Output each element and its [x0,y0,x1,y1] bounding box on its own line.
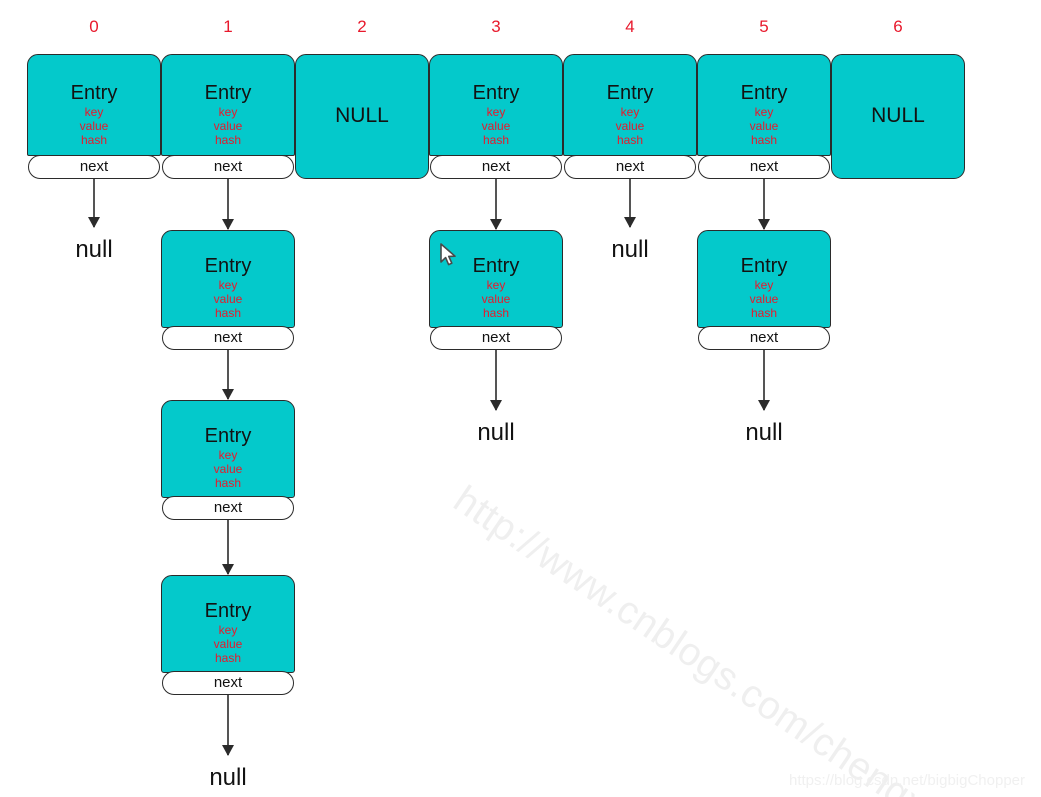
bucket-index-0: 0 [89,17,99,36]
link-arrow [490,350,502,411]
link-arrow [222,695,234,756]
bucket-index-1: 1 [223,17,233,36]
link-arrow [490,179,502,230]
bucket-cell-4[interactable]: Entry key value hash next [563,54,697,179]
bucket-index-3: 3 [491,17,501,36]
terminal-null-label-0: null [75,236,113,263]
bucket-body [429,54,563,156]
watermark-corner: https://blog.csdn.net/bigbigChopper [789,772,1025,789]
bucket-cell-1[interactable]: Entry key value hash next [161,54,295,179]
watermark-diagonal: http://www.cnblogs.com/chengxiao/ [445,478,989,797]
next-pointer-bar[interactable]: next [430,155,562,179]
bucket-cell-3[interactable]: Entry key value hash next [429,54,563,179]
bucket-cell-0[interactable]: Entry key value hash next [27,54,161,179]
next-pointer-bar[interactable]: next [564,155,696,179]
next-pointer-bar[interactable]: next [698,155,830,179]
bucket-index-6: 6 [893,17,903,36]
next-pointer-bar[interactable]: next [162,155,294,179]
link-arrow [222,350,234,400]
chain-node-1-1[interactable]: Entry key value hash next [161,230,295,350]
next-pointer-bar[interactable]: next [28,155,160,179]
link-arrow [88,179,100,228]
terminal-null-label-5: null [745,419,783,446]
next-pointer-bar[interactable]: next [430,326,562,350]
bucket-index-4: 4 [625,17,635,36]
bucket-body [697,54,831,156]
bucket-body [563,54,697,156]
next-pointer-bar[interactable]: next [162,671,294,695]
link-arrow [758,350,770,411]
chain-node-5-1[interactable]: Entry key value hash next [697,230,831,350]
link-arrow [624,179,636,228]
link-arrow [222,520,234,575]
chain-node-body [161,575,295,673]
chain-node-body [161,400,295,498]
bucket-index-5: 5 [759,17,769,36]
chain-node-body [429,230,563,328]
terminal-null-label-3: null [477,419,515,446]
terminal-null-label-4: null [611,236,649,263]
bucket-cell-2[interactable]: NULL [295,54,429,179]
terminal-null-label-1: null [209,764,247,791]
bucket-null-label: NULL [871,104,925,127]
bucket-body [27,54,161,156]
bucket-body [161,54,295,156]
chain-node-body [697,230,831,328]
next-pointer-bar[interactable]: next [162,496,294,520]
bucket-cell-5[interactable]: Entry key value hash next [697,54,831,179]
next-pointer-bar[interactable]: next [698,326,830,350]
chain-node-3-1[interactable]: Entry key value hash next [429,230,563,350]
hashmap-diagram-canvas: http://www.cnblogs.com/chengxiao/ https:… [0,0,1041,797]
link-arrow [758,179,770,230]
chain-node-1-3[interactable]: Entry key value hash next [161,575,295,695]
bucket-null-label: NULL [335,104,389,127]
chain-node-1-2[interactable]: Entry key value hash next [161,400,295,520]
link-arrow [222,179,234,230]
chain-node-body [161,230,295,328]
bucket-cell-6[interactable]: NULL [831,54,965,179]
next-pointer-bar[interactable]: next [162,326,294,350]
bucket-index-2: 2 [357,17,367,36]
